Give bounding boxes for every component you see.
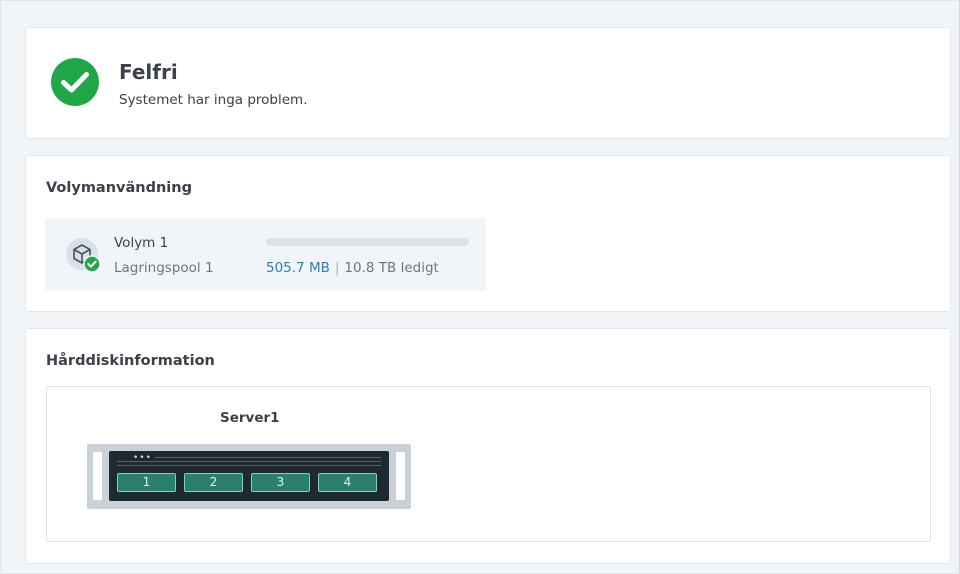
disk-panel: Server1 ••• 1 2 3 4 [46,386,931,542]
rack-ear-right [396,452,405,500]
vent-line [117,461,381,462]
disk-section-title: Hårddiskinformation [46,353,215,369]
status-card: Felfri Systemet har inga problem. [25,27,951,139]
check-circle-icon [51,58,99,106]
volume-section-title: Volymanvändning [46,180,192,196]
volume-usage-text: 505.7 MB | 10.8 TB ledigt [266,260,439,276]
rack-ear-left [93,452,102,500]
status-subtitle: Systemet har inga problem. [119,92,308,108]
volume-used: 505.7 MB [266,260,330,276]
disk-bay-4[interactable]: 4 [318,473,377,492]
volume-name: Volym 1 [114,235,169,251]
disk-bay-1[interactable]: 1 [117,473,176,492]
volume-cube-icon [66,238,101,273]
server-front-panel: ••• 1 2 3 4 [109,451,389,501]
server-chassis: ••• 1 2 3 4 [87,444,411,509]
server-name: Server1 [220,410,280,426]
disk-bay-3[interactable]: 3 [251,473,310,492]
vent-line [117,465,381,466]
vent-line [155,457,381,458]
volume-usage-bar [266,238,469,246]
volume-free: 10.8 TB ledigt [344,260,439,276]
disk-bay-2[interactable]: 2 [184,473,243,492]
app-frame: Felfri Systemet har inga problem. Volyma… [0,0,960,574]
disk-info-card: Hårddiskinformation Server1 ••• 1 2 3 4 [25,328,951,564]
volume-item[interactable]: Volym 1 Lagringspool 1 505.7 MB | 10.8 TB … [45,218,486,291]
usage-separator: | [334,260,340,276]
status-title: Felfri [119,60,178,84]
storage-pool-name: Lagringspool 1 [114,260,214,276]
volume-usage-card: Volymanvändning Volym 1 Lagringspool 1 5… [25,155,951,312]
check-badge-icon [83,255,101,273]
